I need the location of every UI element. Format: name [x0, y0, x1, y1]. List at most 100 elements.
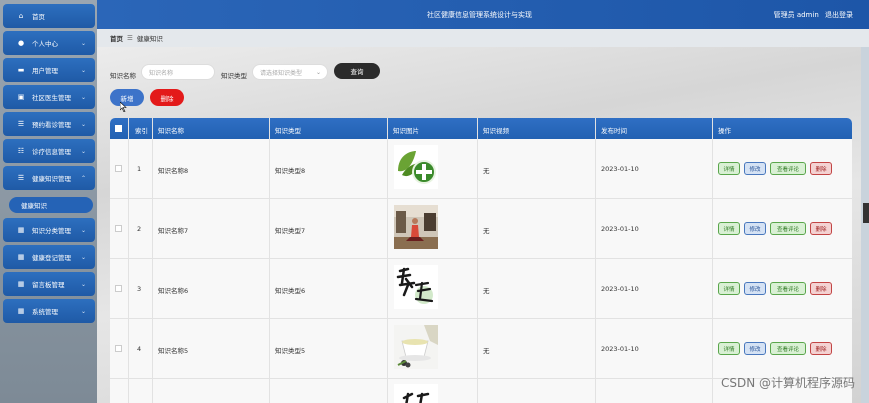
view-comments-button[interactable]: 查看评论 [770, 342, 806, 355]
row-checkbox[interactable] [115, 285, 122, 292]
row-name: 知识名称5 [158, 347, 189, 355]
chevron-down-icon: ⌄ [80, 253, 86, 261]
view-comments-button[interactable]: 查看评论 [770, 222, 806, 235]
sidebar-item-label: 预约看诊管理 [32, 121, 71, 129]
sidebar-item-label: 健康知识管理 [32, 175, 71, 183]
row-date: 2023-01-10 [601, 345, 639, 353]
sidebar-item-users[interactable]: ▬ 用户管理 ⌄ [3, 58, 95, 82]
sidebar-item-label: 系统管理 [32, 308, 58, 316]
delete-button[interactable]: 删除 [150, 89, 184, 106]
row-checkbox[interactable] [115, 345, 122, 352]
type-search-label: 知识类型 [221, 72, 247, 80]
user-area: 管理员 admin 退出登录 [770, 10, 853, 20]
edit-button[interactable]: 修改 [744, 342, 766, 355]
chevron-down-icon: ⌄ [80, 39, 86, 47]
row-date: 2023-01-10 [601, 165, 639, 173]
home-icon: ⌂ [18, 12, 24, 20]
row-type: 知识类型5 [275, 347, 306, 355]
type-select[interactable]: 请选择知识类型 ⌄ [252, 64, 328, 80]
table-row: 3 知识名称6 知识类型6 无 2023-01-10 详情 修改 查看评论 删除 [110, 259, 852, 319]
sidebar-item-categories[interactable]: ▦ 知识分类管理 ⌄ [3, 218, 95, 242]
row-delete-button[interactable]: 删除 [810, 162, 832, 175]
sidebar-subitem-health-knowledge[interactable]: 健康知识 [9, 197, 93, 213]
app-title: 社区健康信息管理系统设计与实现 [427, 11, 532, 19]
row-checkbox[interactable] [115, 225, 122, 232]
user-label: 管理员 admin [773, 11, 819, 19]
header-image: 知识图片 [393, 127, 419, 135]
row-date: 2023-01-10 [601, 225, 639, 233]
header-video: 知识视频 [483, 127, 509, 135]
edit-button[interactable]: 修改 [744, 222, 766, 235]
query-button[interactable]: 查询 [334, 63, 380, 79]
detail-button[interactable]: 详情 [718, 282, 740, 295]
side-toggle-tab[interactable] [863, 203, 869, 223]
knowledge-image-calligraphy[interactable] [394, 265, 438, 309]
breadcrumb-current: 健康知识 [136, 35, 163, 43]
breadcrumb-home[interactable]: 首页 [110, 33, 123, 43]
knowledge-image-yoga-room[interactable] [394, 205, 438, 249]
detail-button[interactable]: 详情 [718, 162, 740, 175]
sliders-icon: ☷ [17, 147, 25, 155]
sidebar-item-messages[interactable]: ▦ 留言板管理 ⌄ [3, 272, 95, 296]
row-delete-button[interactable]: 删除 [810, 222, 832, 235]
type-select-placeholder: 请选择知识类型 [260, 69, 303, 77]
grid-icon: ▦ [17, 307, 25, 315]
sidebar-item-diagnosis[interactable]: ☷ 诊疗信息管理 ⌄ [3, 139, 95, 163]
logout-link[interactable]: 退出登录 [825, 11, 853, 19]
sidebar-item-profile[interactable]: ● 个人中心 ⌄ [3, 31, 95, 55]
view-comments-button[interactable]: 查看评论 [770, 162, 806, 175]
row-video: 无 [483, 347, 490, 355]
grid-icon: ▦ [17, 280, 25, 288]
edit-button[interactable]: 修改 [744, 162, 766, 175]
sidebar-item-appointments[interactable]: ☰ 预约看诊管理 ⌄ [3, 112, 95, 136]
table-row: 1 知识名称8 知识类型8 无 2023-01-10 详情 修改 查看评论 删除 [110, 139, 852, 199]
row-delete-button[interactable]: 删除 [810, 342, 832, 355]
row-date: 2023-01-10 [601, 285, 639, 293]
grid-icon: ▦ [17, 253, 25, 261]
chevron-up-icon: ⌃ [80, 174, 86, 182]
detail-button[interactable]: 详情 [718, 342, 740, 355]
detail-button[interactable]: 详情 [718, 222, 740, 235]
view-comments-button[interactable]: 查看评论 [770, 282, 806, 295]
mouse-cursor-icon [120, 102, 127, 112]
row-index: 2 [137, 225, 142, 233]
header-actions: 操作 [718, 127, 731, 135]
header-index: 索引 [135, 127, 148, 135]
row-checkbox[interactable] [115, 165, 122, 172]
edit-button[interactable]: 修改 [744, 282, 766, 295]
sidebar-item-health-register[interactable]: ▦ 健康登记管理 ⌄ [3, 245, 95, 269]
knowledge-image-tea-cup[interactable] [394, 325, 438, 369]
chevron-down-icon: ⌄ [315, 68, 321, 76]
table-header: 索引 知识名称 知识类型 知识图片 知识视频 发布时间 操作 [110, 118, 852, 139]
top-bar: 社区健康信息管理系统设计与实现 管理员 admin 退出登录 [97, 0, 869, 29]
row-video: 无 [483, 227, 490, 235]
sidebar-item-health-knowledge[interactable]: ☰ 健康知识管理 ⌃ [3, 166, 95, 190]
table-row: 2 知识名称7 知识类型7 无 2023-01-10 详情 修改 查看评论 删除 [110, 199, 852, 259]
user-icon: ● [17, 39, 25, 47]
header-name: 知识名称 [158, 127, 184, 135]
knowledge-image-leaf-plus[interactable] [394, 145, 438, 189]
chevron-down-icon: ⌄ [80, 307, 86, 315]
row-type: 知识类型8 [275, 167, 306, 175]
select-all-checkbox[interactable] [115, 125, 122, 132]
header-type: 知识类型 [275, 127, 301, 135]
row-index: 4 [137, 345, 142, 353]
knowledge-table: 索引 知识名称 知识类型 知识图片 知识视频 发布时间 操作 1 知识名称8 知… [110, 118, 852, 403]
sidebar-item-label: 社区医生管理 [32, 94, 71, 102]
sidebar-item-home[interactable]: ⌂ 首页 [3, 4, 95, 28]
chevron-down-icon: ⌄ [80, 120, 86, 128]
list-icon: ☰ [17, 174, 25, 182]
row-delete-button[interactable]: 删除 [810, 282, 832, 295]
name-search-input[interactable]: 知识名称 [141, 64, 215, 80]
breadcrumb-separator: ☰ [127, 34, 133, 42]
sidebar-item-label: 留言板管理 [32, 281, 65, 289]
row-type: 知识类型6 [275, 287, 306, 295]
sidebar-item-doctors[interactable]: ▣ 社区医生管理 ⌄ [3, 85, 95, 109]
name-search-label: 知识名称 [110, 72, 136, 80]
chevron-down-icon: ⌄ [80, 280, 86, 288]
sidebar-item-label: 知识分类管理 [32, 227, 71, 235]
chevron-down-icon: ⌄ [80, 226, 86, 234]
list-icon: ☰ [17, 120, 25, 128]
sidebar-item-system[interactable]: ▦ 系统管理 ⌄ [3, 299, 95, 323]
sidebar-subitem-label: 健康知识 [21, 202, 47, 210]
